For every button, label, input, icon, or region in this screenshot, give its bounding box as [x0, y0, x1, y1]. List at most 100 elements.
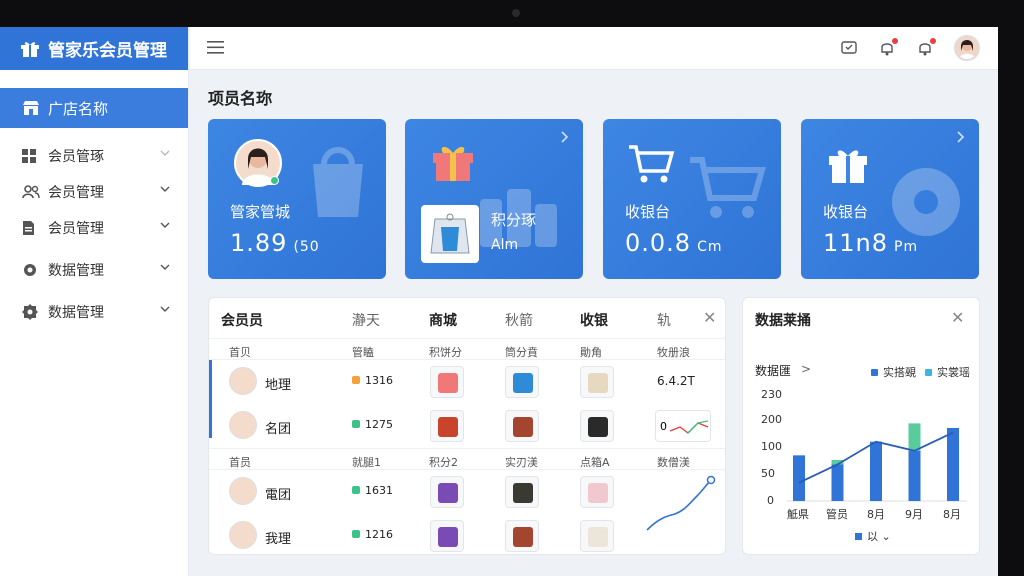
grid-icon [22, 149, 40, 163]
store-icon [23, 101, 39, 115]
mini-chart: 0 [655, 410, 711, 442]
stat-card-cashier-2[interactable]: 收银台 11n8 Pm [801, 119, 979, 279]
column-header: 勛角 [580, 346, 602, 359]
stat-card-points[interactable]: 积分琢 Alm [405, 119, 583, 279]
glasses-thumbnail [505, 476, 539, 508]
card-label: 收银台 [625, 203, 671, 221]
column-header: 管瞌 [352, 346, 374, 359]
sidebar-item-store[interactable]: 广店名称 [0, 88, 188, 128]
y-tick: 230 [761, 388, 782, 401]
gift-icon [829, 150, 867, 183]
users-icon [22, 185, 40, 199]
gift-icon [21, 41, 39, 57]
boot-thumbnail [430, 410, 464, 442]
top-bar [190, 27, 998, 70]
y-tick: 100 [761, 440, 782, 453]
glove-thumbnail [505, 410, 539, 442]
notification-dot [892, 38, 898, 44]
top-bar-actions [840, 35, 980, 61]
notification-dot [930, 38, 936, 44]
bar-series-1[interactable] [831, 464, 844, 501]
chevron-right-icon [957, 131, 965, 143]
sidebar-item-member-manage-1[interactable]: 会员管琢 [0, 138, 188, 174]
chevron-down-icon [160, 264, 170, 270]
menu-icon[interactable] [207, 41, 224, 54]
column-header: 就腿1 [352, 456, 381, 469]
gear-icon [22, 304, 40, 320]
shopping-cart-icon [629, 145, 675, 183]
tab-members[interactable]: 会员员 [221, 310, 263, 330]
sidebar-item-member-manage-3[interactable]: 会员管理 [0, 210, 188, 246]
user-avatar[interactable] [954, 35, 980, 61]
card-label: 收银台 [823, 203, 869, 221]
chevron-down-icon [160, 306, 170, 312]
bar-series-1[interactable] [870, 441, 882, 501]
bar-series-1[interactable] [908, 450, 921, 501]
tab-mall[interactable]: 商城 [429, 310, 457, 330]
avatar [229, 521, 257, 549]
table-row[interactable]: 名团 1275 0 [209, 404, 725, 448]
x-tick: 8月 [867, 508, 885, 521]
card-label: 积分琢 [491, 211, 537, 229]
table-header: 首贝 管瞌 积饼分 筒分賁 勛角 牧册浪 [209, 338, 725, 360]
product-thumbnail [421, 205, 479, 263]
glove-thumbnail [505, 520, 539, 552]
sidebar-item-label: 会员管理 [48, 185, 104, 201]
sidebar-item-label: 广店名称 [48, 99, 109, 118]
stat-card-cashier-1[interactable]: 收银台 0.0.8 Cm [603, 119, 781, 279]
purse-thumbnail [430, 476, 464, 508]
sidebar-item-data-manage-1[interactable]: 数据管理 [0, 252, 188, 288]
chart-footer[interactable]: 以 ⌄ [855, 528, 891, 544]
tab-arrows[interactable]: 秋箭 [505, 310, 533, 330]
stat-card-mall[interactable]: 管家管城 1.89 (50 [208, 119, 386, 279]
trend-sparkline [646, 475, 716, 531]
member-points: 1631 [352, 484, 393, 497]
shirt-thumbnail [580, 520, 614, 552]
column-header: 首贝 [229, 346, 251, 359]
sidebar: 管家乐会员管理 广店名称 会员管琢 会员管理 会员管理 数据管理 数据管理 [0, 27, 189, 576]
chevron-down-icon [160, 222, 170, 228]
column-header: 数僧渼 [657, 456, 690, 469]
member-name: 地理 [265, 378, 292, 393]
x-tick: 8月 [943, 508, 961, 521]
x-tick: 觝県 [787, 508, 809, 521]
message-icon[interactable] [840, 39, 858, 57]
app-screen: 管家乐会员管理 广店名称 会员管琢 会员管理 会员管理 数据管理 数据管理 项员… [0, 27, 998, 576]
close-icon[interactable]: ✕ [703, 308, 716, 327]
cart-icon [690, 157, 766, 218]
card-value: 0.0.8 Cm [625, 229, 723, 257]
avatar [229, 411, 257, 439]
member-name: 電团 [265, 488, 292, 503]
bell-icon[interactable] [878, 38, 898, 57]
alert-bell-icon[interactable] [916, 38, 936, 57]
bar-series-1[interactable] [947, 427, 959, 501]
y-tick: 50 [761, 467, 775, 480]
card-value: 1.89 (50 [230, 229, 320, 257]
online-status-dot [270, 176, 279, 185]
column-header: 积分2 [429, 456, 458, 469]
y-tick: 200 [761, 413, 782, 426]
camera-dot [512, 9, 520, 17]
tab-today[interactable]: 瀞天 [352, 310, 380, 330]
sidebar-item-label: 数据管理 [48, 305, 104, 321]
gift-box-icon [433, 146, 473, 181]
sidebar-item-data-manage-2[interactable]: 数据管理 [0, 294, 188, 330]
table-header: 首员 就腿1 积分2 实刃渼 点箱A 数僧渼 [209, 448, 725, 470]
card-value: 11n8 Pm [823, 229, 919, 257]
x-tick: 管员 [826, 508, 848, 521]
data-panel: 数据莱捅 ✕ 数据匯 > 实搭覡 实裳瑶 230 200 100 50 0 觝県… [742, 297, 980, 555]
sidebar-item-label: 会员管理 [48, 221, 104, 237]
member-points: 1216 [352, 528, 393, 541]
sidebar-item-member-manage-2[interactable]: 会员管理 [0, 174, 188, 210]
member-points: 1316 [352, 374, 393, 387]
document-icon [22, 220, 40, 236]
tab-cashier[interactable]: 收银 [580, 310, 608, 330]
bar-series-2[interactable] [908, 423, 921, 451]
avatar [229, 367, 257, 395]
tab-track[interactable]: 轨 [657, 310, 671, 330]
table-row[interactable]: 地理 1316 6.4.2T [209, 360, 725, 404]
member-name: 我理 [265, 532, 292, 547]
bar-series-1[interactable] [793, 455, 805, 501]
bottle-thumbnail [580, 366, 614, 398]
column-header: 筒分賁 [505, 346, 538, 359]
